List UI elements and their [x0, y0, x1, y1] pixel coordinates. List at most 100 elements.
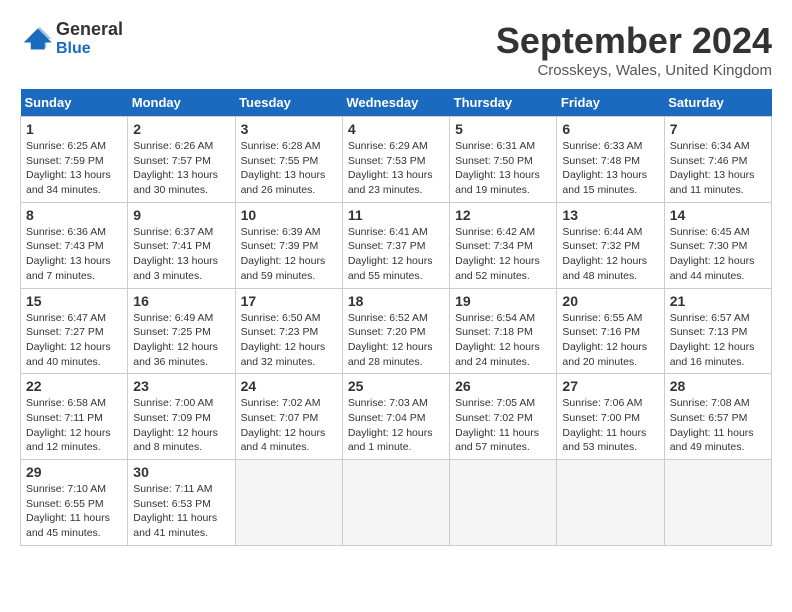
day-info: Sunrise: 7:00 AM Sunset: 7:09 PM Dayligh…: [133, 396, 229, 455]
calendar-day: 23 Sunrise: 7:00 AM Sunset: 7:09 PM Dayli…: [128, 374, 235, 460]
calendar-day: 10 Sunrise: 6:39 AM Sunset: 7:39 PM Dayli…: [235, 202, 342, 288]
calendar-day: 4 Sunrise: 6:29 AM Sunset: 7:53 PM Daylig…: [342, 117, 449, 203]
day-info: Sunrise: 6:50 AM Sunset: 7:23 PM Dayligh…: [241, 311, 337, 370]
day-info: Sunrise: 6:57 AM Sunset: 7:13 PM Dayligh…: [670, 311, 766, 370]
day-number: 15: [26, 293, 122, 309]
weekday-header-wednesday: Wednesday: [342, 89, 449, 117]
logo-icon: [20, 25, 52, 53]
day-info: Sunrise: 6:49 AM Sunset: 7:25 PM Dayligh…: [133, 311, 229, 370]
day-info: Sunrise: 6:25 AM Sunset: 7:59 PM Dayligh…: [26, 139, 122, 198]
calendar-week-3: 15 Sunrise: 6:47 AM Sunset: 7:27 PM Dayli…: [21, 288, 772, 374]
logo-line1: General: [56, 20, 123, 40]
day-number: 1: [26, 121, 122, 137]
day-number: 16: [133, 293, 229, 309]
calendar-day: 21 Sunrise: 6:57 AM Sunset: 7:13 PM Dayli…: [664, 288, 771, 374]
location: Crosskeys, Wales, United Kingdom: [496, 62, 772, 79]
day-number: 4: [348, 121, 444, 137]
weekday-header-saturday: Saturday: [664, 89, 771, 117]
calendar-day: 7 Sunrise: 6:34 AM Sunset: 7:46 PM Daylig…: [664, 117, 771, 203]
day-info: Sunrise: 6:54 AM Sunset: 7:18 PM Dayligh…: [455, 311, 551, 370]
calendar-day: 24Sunrise: 7:02 AM Sunset: 7:07 PM Dayli…: [235, 374, 342, 460]
day-number: 23: [133, 378, 229, 394]
title-area: September 2024 Crosskeys, Wales, United …: [496, 20, 772, 79]
day-info: Sunrise: 6:47 AM Sunset: 7:27 PM Dayligh…: [26, 311, 122, 370]
calendar-day: 28 Sunrise: 7:08 AM Sunset: 6:57 PM Dayli…: [664, 374, 771, 460]
day-info: Sunrise: 6:34 AM Sunset: 7:46 PM Dayligh…: [670, 139, 766, 198]
day-number: 2: [133, 121, 229, 137]
calendar-day: 20Sunrise: 6:55 AM Sunset: 7:16 PM Dayli…: [557, 288, 664, 374]
calendar-day: 16 Sunrise: 6:49 AM Sunset: 7:25 PM Dayli…: [128, 288, 235, 374]
day-number: 12: [455, 207, 551, 223]
day-info: Sunrise: 6:31 AM Sunset: 7:50 PM Dayligh…: [455, 139, 551, 198]
calendar-day: 27Sunrise: 7:06 AM Sunset: 7:00 PM Dayli…: [557, 374, 664, 460]
weekday-header-thursday: Thursday: [450, 89, 557, 117]
calendar-day: 18 Sunrise: 6:52 AM Sunset: 7:20 PM Dayli…: [342, 288, 449, 374]
calendar-day: 8 Sunrise: 6:36 AM Sunset: 7:43 PM Daylig…: [21, 202, 128, 288]
calendar-day: 15 Sunrise: 6:47 AM Sunset: 7:27 PM Dayli…: [21, 288, 128, 374]
day-info: Sunrise: 6:33 AM Sunset: 7:48 PM Dayligh…: [562, 139, 658, 198]
calendar-week-1: 1 Sunrise: 6:25 AM Sunset: 7:59 PM Daylig…: [21, 117, 772, 203]
calendar-day: 25Sunrise: 7:03 AM Sunset: 7:04 PM Dayli…: [342, 374, 449, 460]
day-number: 9: [133, 207, 229, 223]
calendar-day: [342, 460, 449, 546]
calendar-day: 12Sunrise: 6:42 AM Sunset: 7:34 PM Dayli…: [450, 202, 557, 288]
day-number: 6: [562, 121, 658, 137]
day-number: 11: [348, 207, 444, 223]
calendar-day: 26Sunrise: 7:05 AM Sunset: 7:02 PM Dayli…: [450, 374, 557, 460]
calendar-day: 6 Sunrise: 6:33 AM Sunset: 7:48 PM Daylig…: [557, 117, 664, 203]
day-number: 14: [670, 207, 766, 223]
day-number: 8: [26, 207, 122, 223]
month-title: September 2024: [496, 20, 772, 62]
day-info: Sunrise: 6:37 AM Sunset: 7:41 PM Dayligh…: [133, 225, 229, 284]
day-info: Sunrise: 6:45 AM Sunset: 7:30 PM Dayligh…: [670, 225, 766, 284]
calendar-day: 3 Sunrise: 6:28 AM Sunset: 7:55 PM Daylig…: [235, 117, 342, 203]
day-info: Sunrise: 6:44 AM Sunset: 7:32 PM Dayligh…: [562, 225, 658, 284]
day-number: 7: [670, 121, 766, 137]
calendar-day: [664, 460, 771, 546]
day-number: 10: [241, 207, 337, 223]
weekday-header-monday: Monday: [128, 89, 235, 117]
day-number: 17: [241, 293, 337, 309]
weekday-header-tuesday: Tuesday: [235, 89, 342, 117]
weekday-header-row: SundayMondayTuesdayWednesdayThursdayFrid…: [21, 89, 772, 117]
day-number: 26: [455, 378, 551, 394]
calendar-week-4: 22 Sunrise: 6:58 AM Sunset: 7:11 PM Dayli…: [21, 374, 772, 460]
day-info: Sunrise: 6:26 AM Sunset: 7:57 PM Dayligh…: [133, 139, 229, 198]
day-info: Sunrise: 7:03 AM Sunset: 7:04 PM Dayligh…: [348, 396, 444, 455]
day-number: 19: [455, 293, 551, 309]
day-number: 5: [455, 121, 551, 137]
day-number: 20: [562, 293, 658, 309]
calendar-day: [557, 460, 664, 546]
day-info: Sunrise: 6:36 AM Sunset: 7:43 PM Dayligh…: [26, 225, 122, 284]
calendar-day: 11 Sunrise: 6:41 AM Sunset: 7:37 PM Dayli…: [342, 202, 449, 288]
calendar-day: 30 Sunrise: 7:11 AM Sunset: 6:53 PM Dayli…: [128, 460, 235, 546]
day-number: 28: [670, 378, 766, 394]
day-info: Sunrise: 7:11 AM Sunset: 6:53 PM Dayligh…: [133, 482, 229, 541]
day-info: Sunrise: 6:52 AM Sunset: 7:20 PM Dayligh…: [348, 311, 444, 370]
day-info: Sunrise: 6:29 AM Sunset: 7:53 PM Dayligh…: [348, 139, 444, 198]
day-number: 21: [670, 293, 766, 309]
calendar-day: 14 Sunrise: 6:45 AM Sunset: 7:30 PM Dayli…: [664, 202, 771, 288]
day-info: Sunrise: 6:39 AM Sunset: 7:39 PM Dayligh…: [241, 225, 337, 284]
logo-line2: Blue: [56, 40, 123, 58]
day-info: Sunrise: 6:41 AM Sunset: 7:37 PM Dayligh…: [348, 225, 444, 284]
calendar-table: SundayMondayTuesdayWednesdayThursdayFrid…: [20, 89, 772, 546]
day-info: Sunrise: 7:10 AM Sunset: 6:55 PM Dayligh…: [26, 482, 122, 541]
day-info: Sunrise: 6:58 AM Sunset: 7:11 PM Dayligh…: [26, 396, 122, 455]
calendar-day: 13Sunrise: 6:44 AM Sunset: 7:32 PM Dayli…: [557, 202, 664, 288]
day-number: 29: [26, 464, 122, 480]
calendar-day: 2 Sunrise: 6:26 AM Sunset: 7:57 PM Daylig…: [128, 117, 235, 203]
calendar-week-5: 29 Sunrise: 7:10 AM Sunset: 6:55 PM Dayli…: [21, 460, 772, 546]
calendar-day: 17 Sunrise: 6:50 AM Sunset: 7:23 PM Dayli…: [235, 288, 342, 374]
day-number: 22: [26, 378, 122, 394]
calendar-day: 29 Sunrise: 7:10 AM Sunset: 6:55 PM Dayli…: [21, 460, 128, 546]
day-number: 24: [241, 378, 337, 394]
day-number: 3: [241, 121, 337, 137]
day-info: Sunrise: 6:28 AM Sunset: 7:55 PM Dayligh…: [241, 139, 337, 198]
day-number: 30: [133, 464, 229, 480]
calendar-day: 9 Sunrise: 6:37 AM Sunset: 7:41 PM Daylig…: [128, 202, 235, 288]
day-number: 18: [348, 293, 444, 309]
day-info: Sunrise: 7:08 AM Sunset: 6:57 PM Dayligh…: [670, 396, 766, 455]
calendar-day: 5 Sunrise: 6:31 AM Sunset: 7:50 PM Daylig…: [450, 117, 557, 203]
day-number: 27: [562, 378, 658, 394]
